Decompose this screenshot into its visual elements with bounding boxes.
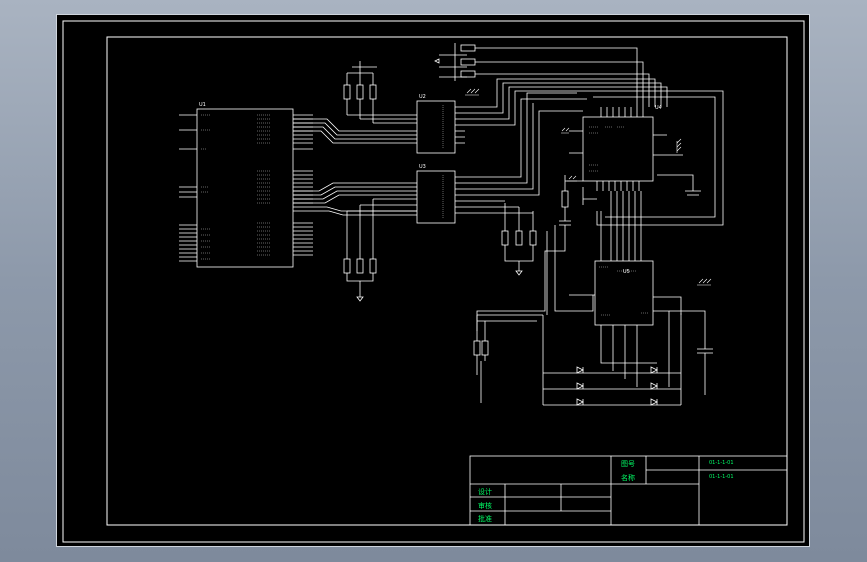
- u4-ref: U4: [655, 105, 662, 111]
- mcu-ref: U1: [199, 102, 206, 108]
- resistor-pack-middle: [465, 200, 537, 276]
- u3-ref: U3: [419, 164, 426, 170]
- mcu-chip: U1: [179, 102, 313, 268]
- drawing-number-value: 01-1-1-01: [709, 460, 734, 466]
- approver-label: 批准: [478, 514, 492, 523]
- u2-chip: U2: [416, 94, 465, 154]
- drawing-border: [106, 36, 788, 526]
- led-matrix: [542, 313, 682, 406]
- u3-chip: U3: [416, 164, 465, 224]
- drawing-number-label: 图号: [621, 460, 635, 468]
- outer-frame: [62, 20, 805, 543]
- resistor-pack-lower: [473, 314, 544, 403]
- reviewer-label: 审核: [478, 501, 492, 510]
- drawing-name-label: 名称: [621, 473, 635, 482]
- resistor-pack-bottom: [343, 198, 417, 302]
- ground-hatches: [465, 88, 712, 286]
- u5-ref: U5: [623, 269, 630, 275]
- u4-chip: U4: [569, 105, 683, 191]
- u2-ref: U2: [419, 94, 426, 100]
- cad-viewport[interactable]: U1 U2 U3 U4 U5 图号 名称 01-1-1-01 01-1-1-01…: [56, 14, 810, 547]
- resistor-pack-top: [343, 61, 417, 124]
- schematic-drawing: U1 U2 U3 U4 U5 图号 名称 01-1-1-01 01-1-1-01…: [62, 20, 805, 543]
- designer-label: 设计: [478, 487, 492, 496]
- drawing-name-value: 01-1-1-01: [709, 474, 734, 480]
